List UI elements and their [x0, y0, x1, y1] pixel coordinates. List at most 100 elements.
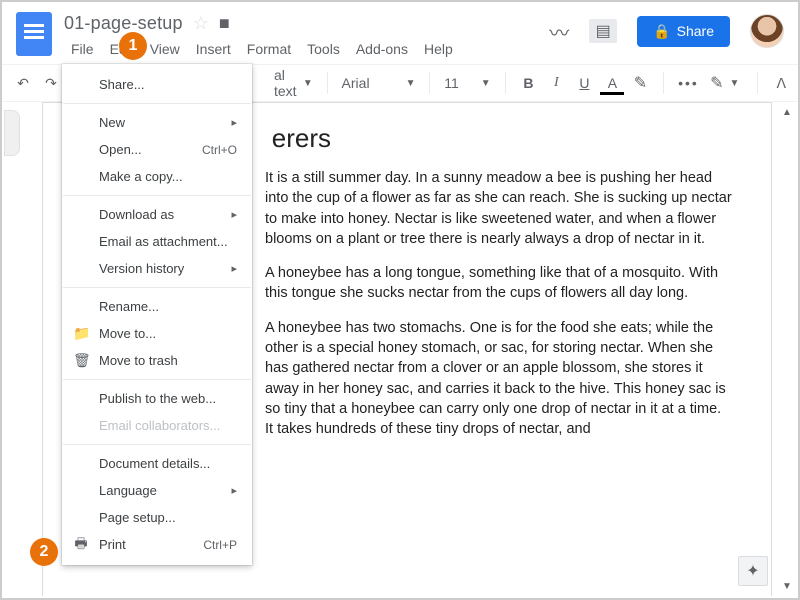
outline-tab[interactable] [4, 110, 20, 156]
print-icon: 🖶 [73, 533, 89, 557]
text-color-button[interactable]: A [603, 75, 621, 91]
menu-shortcut: Ctrl+P [203, 538, 237, 552]
menu-item-label: Make a copy... [99, 169, 183, 184]
trash-icon: 🗑 [73, 352, 89, 369]
submenu-arrow-icon: ▸ [231, 484, 237, 497]
highlight-button[interactable]: ✎ [631, 73, 649, 93]
menu-item-publish-to-the-web[interactable]: Publish to the web... [63, 385, 251, 412]
toolbar-separator [505, 72, 506, 94]
menu-insert[interactable]: Insert [189, 40, 238, 58]
open-comments-button[interactable]: ▤ [589, 19, 617, 43]
account-avatar[interactable] [750, 14, 784, 48]
menu-item-new[interactable]: New ▸ [63, 109, 251, 136]
folder-icon: 📁 [73, 325, 89, 342]
submenu-arrow-icon: ▸ [231, 262, 237, 275]
body-text: It is a still summer day. In a sunny mea… [265, 168, 733, 548]
menu-item-language[interactable]: Language ▸ [63, 477, 251, 504]
menu-separator [63, 103, 251, 104]
submenu-arrow-icon: ▸ [231, 116, 237, 129]
paragraph-style-label: al text [274, 67, 297, 99]
bold-button[interactable]: B [519, 75, 537, 91]
document-title[interactable]: 01-page-setup [64, 13, 183, 34]
menu-item-email-collaborators: Email collaborators... [63, 412, 251, 439]
more-tools-button[interactable]: ••• [678, 75, 696, 91]
callout-badge-1: 1 [119, 32, 147, 60]
callout-badge-2: 2 [30, 538, 58, 566]
menu-item-email-as-attachment[interactable]: Email as attachment... [63, 228, 251, 255]
scroll-up-icon[interactable]: ▲ [780, 107, 794, 118]
menu-item-label: Download as [99, 207, 174, 222]
toolbar-separator [429, 72, 430, 94]
menu-item-label: Email collaborators... [99, 418, 220, 433]
menu-item-version-history[interactable]: Version history ▸ [63, 255, 251, 282]
menu-addons[interactable]: Add-ons [349, 40, 415, 58]
menu-item-label: New [99, 115, 125, 130]
left-rail [4, 110, 18, 156]
italic-button[interactable]: I [547, 75, 565, 91]
menu-item-label: Move to trash [99, 353, 178, 368]
menu-item-label: Email as attachment... [99, 234, 228, 249]
explore-icon: ✦ [746, 561, 759, 581]
menu-separator [63, 195, 251, 196]
underline-button[interactable]: U [575, 75, 593, 91]
menu-item-label: Print [99, 537, 126, 552]
menu-item-label: Share... [99, 77, 145, 92]
lock-icon: 🔒 [653, 23, 670, 40]
menu-separator [63, 379, 251, 380]
menu-item-move-to[interactable]: 📁 Move to... [63, 320, 251, 347]
pen-icon: ✎ [710, 73, 723, 93]
menu-item-label: Move to... [99, 326, 156, 341]
chevron-down-icon: ▼ [406, 78, 416, 89]
vertical-scrollbar[interactable]: ▲ ▼ [780, 107, 794, 592]
comment-icon: ▤ [596, 21, 611, 41]
star-icon[interactable]: ☆ [193, 13, 209, 34]
paragraph: It is a still summer day. In a sunny mea… [265, 168, 733, 249]
file-menu-dropdown: Share... New ▸ Open... Ctrl+O Make a copy... D… [62, 64, 252, 565]
font-family-select[interactable]: Arial ▼ [342, 75, 416, 91]
chevron-down-icon: ▼ [481, 78, 491, 89]
menu-view[interactable]: View [143, 40, 187, 58]
menu-item-label: Open... [99, 142, 142, 157]
menu-item-document-details[interactable]: Document details... [63, 450, 251, 477]
font-size-select[interactable]: 11 ▼ [444, 75, 490, 91]
menu-item-label: Rename... [99, 299, 159, 314]
scroll-down-icon[interactable]: ▼ [780, 581, 794, 592]
menu-item-label: Version history [99, 261, 184, 276]
menu-separator [63, 444, 251, 445]
menu-separator [63, 287, 251, 288]
menu-format[interactable]: Format [240, 40, 298, 58]
menu-item-label: Page setup... [99, 510, 176, 525]
menu-item-move-to-trash[interactable]: 🗑 Move to trash [63, 347, 251, 374]
editing-mode-button[interactable]: ✎ ▼ [710, 73, 739, 93]
menu-item-open[interactable]: Open... Ctrl+O [63, 136, 251, 163]
docs-logo-icon[interactable] [16, 12, 52, 56]
menu-help[interactable]: Help [417, 40, 460, 58]
menu-item-print[interactable]: 🖶 Print Ctrl+P [63, 531, 251, 558]
menu-item-download-as[interactable]: Download as▸ [63, 201, 251, 228]
share-label: Share [677, 23, 714, 39]
undo-button[interactable]: ↶ [14, 75, 32, 92]
font-family-label: Arial [342, 75, 370, 91]
menu-item-page-setup[interactable]: Page setup... [63, 504, 251, 531]
menu-item-label: Document details... [99, 456, 210, 471]
menu-item-rename[interactable]: Rename... [63, 293, 251, 320]
menu-item-label: Language [99, 483, 157, 498]
paragraph-style-select[interactable]: al text ▼ [274, 67, 313, 99]
menu-tools[interactable]: Tools [300, 40, 347, 58]
explore-button[interactable]: ✦ [738, 556, 768, 586]
menu-item-share[interactable]: Share... [63, 71, 251, 98]
paragraph: A honeybee has a long tongue, something … [265, 263, 733, 304]
hide-menus-button[interactable]: ᐱ [776, 75, 786, 92]
activity-trend-icon[interactable]: 〰 [549, 17, 569, 46]
font-size-label: 11 [444, 75, 459, 91]
menu-file[interactable]: File [64, 40, 101, 58]
redo-button[interactable]: ↷ [42, 75, 60, 92]
toolbar-separator [327, 72, 328, 94]
toolbar-separator [663, 72, 664, 94]
share-button[interactable]: 🔒 Share [637, 16, 730, 47]
menu-shortcut: Ctrl+O [202, 143, 237, 157]
chevron-down-icon: ▼ [730, 78, 740, 89]
menu-item-make-a-copy[interactable]: Make a copy... [63, 163, 251, 190]
chevron-down-icon: ▼ [303, 78, 313, 89]
move-folder-icon[interactable]: ■ [219, 13, 230, 34]
